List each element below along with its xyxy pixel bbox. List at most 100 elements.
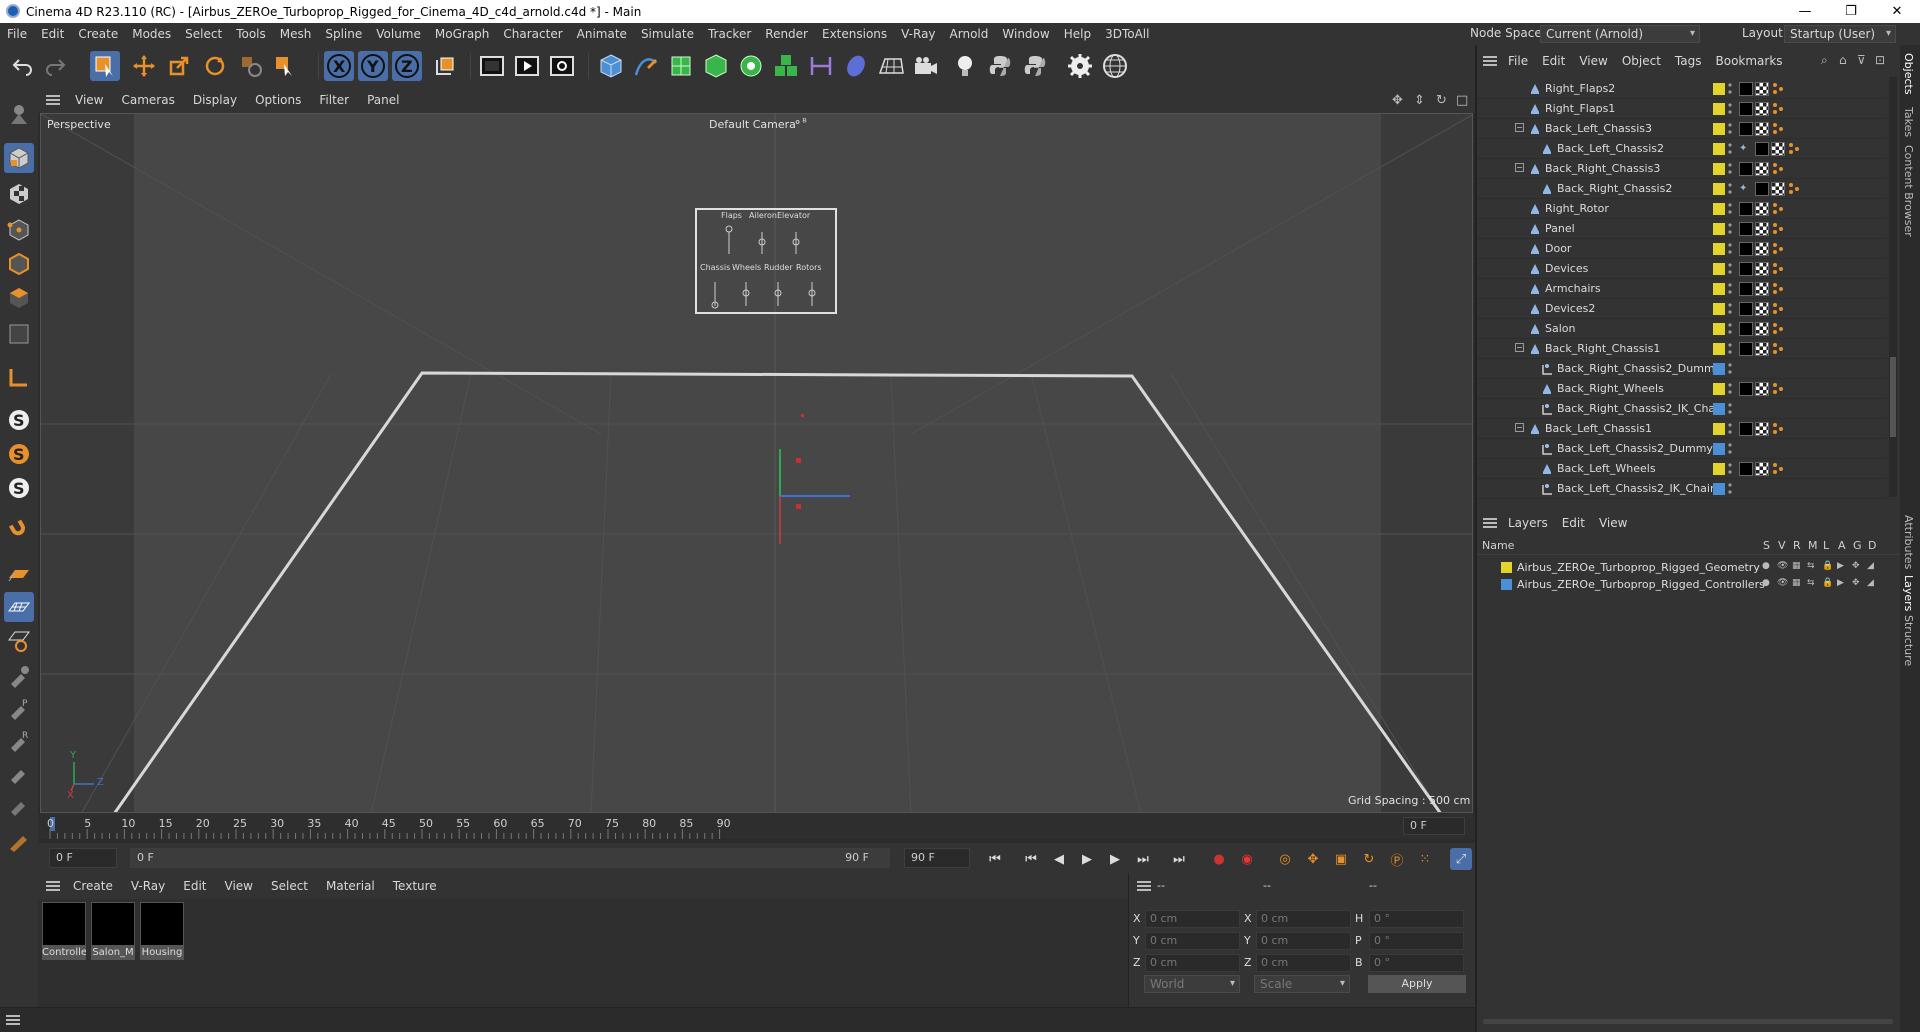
floor-object-icon[interactable]	[876, 51, 906, 81]
layer-color-swatch[interactable]	[1713, 143, 1725, 155]
material-item[interactable]: Salon_M	[91, 902, 135, 962]
scale-icon[interactable]	[164, 51, 194, 81]
spline-pen-icon[interactable]	[631, 51, 661, 81]
coordinate-mode-dropdown[interactable]: World	[1144, 975, 1240, 993]
tab-takes[interactable]: Takes	[1902, 107, 1915, 137]
selection-tag-icon[interactable]	[1772, 322, 1784, 336]
layer-color-swatch[interactable]	[1501, 562, 1512, 573]
environment-icon[interactable]	[841, 51, 871, 81]
menu-item-6[interactable]: Mesh	[273, 27, 319, 41]
layer-flag-icon[interactable]: ◢	[1867, 561, 1874, 571]
collapse-icon[interactable]: −	[1515, 423, 1524, 432]
uv-mode-icon[interactable]	[4, 319, 34, 349]
layer-color-swatch[interactable]	[1713, 83, 1725, 95]
visibility-dots-icon[interactable]	[1728, 182, 1732, 196]
material-item[interactable]: Housing	[140, 902, 184, 962]
object-row[interactable]: Devices2	[1477, 299, 1887, 319]
camera-link-icon[interactable]: ⚬⁸	[793, 116, 807, 129]
render-to-picture-viewer-icon[interactable]	[512, 51, 542, 81]
snap-settings-icon[interactable]: S	[4, 439, 34, 469]
search-icon[interactable]: ⌕	[1821, 53, 1828, 68]
selection-tag-icon[interactable]	[1772, 302, 1784, 316]
layer-col-4[interactable]: L	[1823, 539, 1829, 552]
viewport-menu-item-2[interactable]: Display	[184, 93, 246, 107]
ik-tag-icon[interactable]: ✦	[1739, 142, 1753, 156]
settings-gear-icon[interactable]	[1065, 51, 1095, 81]
texture-tag-icon[interactable]	[1755, 282, 1769, 296]
frame-range-slider[interactable]: 0 F 90 F	[130, 848, 890, 868]
selection-tag-icon[interactable]	[1788, 142, 1800, 156]
object-row[interactable]: Armchairs	[1477, 279, 1887, 299]
texture-tag-icon[interactable]	[1755, 462, 1769, 476]
key-rotation-icon[interactable]: ↻	[1358, 848, 1380, 870]
quantize-icon[interactable]: S	[4, 473, 34, 503]
collapse-icon[interactable]: −	[1515, 123, 1524, 132]
visibility-dots-icon[interactable]	[1728, 442, 1732, 456]
layer-flag-icon[interactable]: 👁	[1777, 561, 1788, 571]
model-mode-icon[interactable]	[4, 143, 34, 173]
selection-tag-icon[interactable]	[1772, 162, 1784, 176]
object-menu-item-0[interactable]: File	[1501, 54, 1535, 68]
texture-tag-icon[interactable]	[1755, 342, 1769, 356]
material-tag-icon[interactable]	[1739, 462, 1753, 476]
object-row[interactable]: Back_Right_Chassis2 ✦	[1477, 179, 1887, 199]
menu-item-1[interactable]: Edit	[34, 27, 71, 41]
size-y-field[interactable]: 0 cm	[1256, 932, 1351, 950]
layer-color-swatch[interactable]	[1713, 303, 1725, 315]
visibility-dots-icon[interactable]	[1728, 382, 1732, 396]
tab-content-browser[interactable]: Content Browser	[1902, 145, 1915, 237]
tab-attributes[interactable]: Attributes	[1902, 515, 1915, 569]
object-menu-item-2[interactable]: View	[1572, 54, 1614, 68]
snap-icon[interactable]: S	[4, 405, 34, 435]
layer-col-7[interactable]: D	[1868, 539, 1876, 552]
layer-color-swatch[interactable]	[1501, 579, 1512, 590]
texture-tag-icon[interactable]	[1771, 182, 1785, 196]
menu-item-12[interactable]: Simulate	[634, 27, 701, 41]
layer-menu-item-1[interactable]: Edit	[1555, 516, 1592, 530]
close-icon[interactable]: ✕	[1874, 0, 1920, 23]
selection-tag-icon[interactable]	[1772, 342, 1784, 356]
python-generator-icon[interactable]	[1020, 51, 1050, 81]
layer-col-5[interactable]: A	[1838, 539, 1846, 552]
field-icon[interactable]	[806, 51, 836, 81]
mograph-cloner-icon[interactable]	[736, 51, 766, 81]
layer-color-swatch[interactable]	[1713, 163, 1725, 175]
node-space-dropdown[interactable]: Current (Arnold)	[1540, 25, 1700, 43]
layer-menu-item-0[interactable]: Layers	[1501, 516, 1555, 530]
visibility-dots-icon[interactable]	[1728, 142, 1732, 156]
make-editable-icon[interactable]	[4, 99, 34, 129]
selection-tag-icon[interactable]	[1772, 222, 1784, 236]
layer-color-swatch[interactable]	[1713, 383, 1725, 395]
layer-color-swatch[interactable]	[1713, 323, 1725, 335]
cube-object-icon[interactable]	[596, 51, 626, 81]
object-menu-item-3[interactable]: Object	[1615, 54, 1668, 68]
go-to-end-icon[interactable]: ⏭	[1168, 848, 1190, 870]
texture-tag-icon[interactable]	[1755, 262, 1769, 276]
material-menu-item-5[interactable]: Material	[317, 879, 384, 893]
key-position-icon[interactable]: ✥	[1302, 848, 1324, 870]
visibility-dots-icon[interactable]	[1728, 302, 1732, 316]
object-list-scrollbar[interactable]	[1889, 77, 1897, 497]
layer-col-3[interactable]: M	[1808, 539, 1818, 552]
selection-tag-icon[interactable]	[1772, 82, 1784, 96]
key-pla-icon[interactable]: ⁙	[1414, 848, 1436, 870]
layer-menu-item-2[interactable]: View	[1592, 516, 1634, 530]
3d-viewport[interactable]: Perspective Default Camera ⚬⁸ Flaps Ailer…	[40, 113, 1473, 813]
undo-icon[interactable]	[8, 51, 38, 81]
object-row[interactable]: Devices	[1477, 259, 1887, 279]
menu-item-18[interactable]: Window	[995, 27, 1056, 41]
material-tag-icon[interactable]	[1739, 222, 1753, 236]
tab-structure[interactable]: Structure	[1902, 615, 1915, 666]
material-menu-item-1[interactable]: V-Ray	[122, 879, 174, 893]
menu-item-20[interactable]: 3DToAll	[1098, 27, 1156, 41]
texture-tag-icon[interactable]	[1755, 162, 1769, 176]
layer-row[interactable]: Airbus_ZEROe_Turboprop_Rigged_Geometry ● 👁…	[1477, 559, 1902, 576]
visibility-dots-icon[interactable]	[1728, 82, 1732, 96]
globe-icon[interactable]	[1100, 51, 1130, 81]
texture-tag-icon[interactable]	[1755, 322, 1769, 336]
rot-p-field[interactable]: 0 °	[1369, 932, 1464, 950]
menu-item-16[interactable]: V-Ray	[894, 27, 942, 41]
locked-workplane-icon[interactable]	[4, 592, 34, 622]
visibility-dots-icon[interactable]	[1728, 222, 1732, 236]
material-tag-icon[interactable]	[1739, 162, 1753, 176]
